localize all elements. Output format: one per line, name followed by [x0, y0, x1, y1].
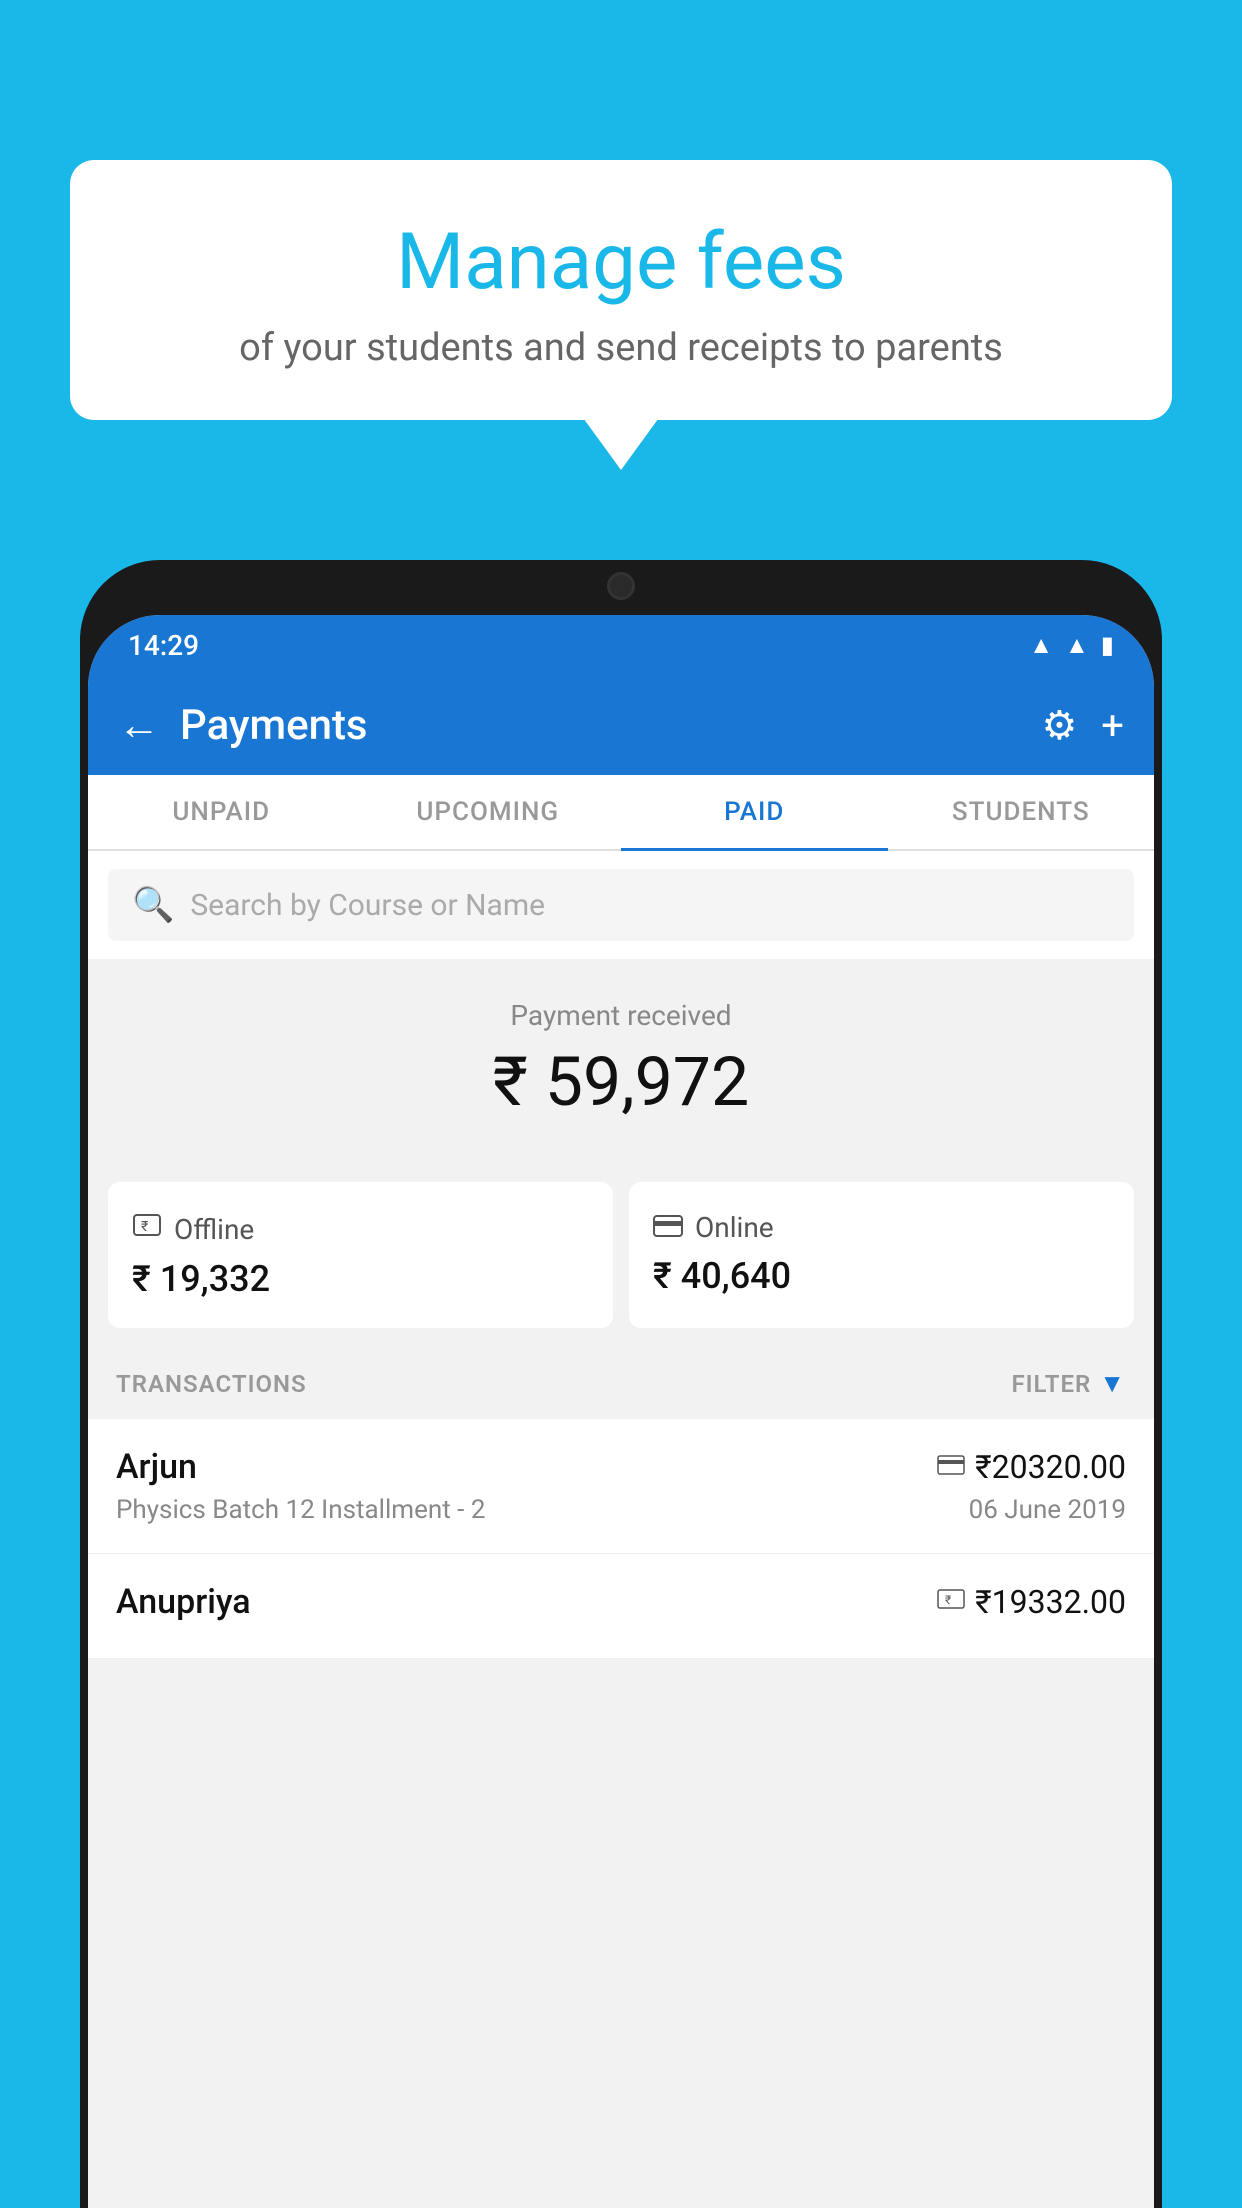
- payment-total: ₹ 59,972: [108, 1042, 1134, 1122]
- phone-screen: 14:29 ▲ ▲ ▮ ← Payments ⚙ + UNPAID: [88, 615, 1154, 2208]
- transaction-amount: ₹19332.00: [975, 1583, 1126, 1621]
- signal-icon: ▲: [1065, 631, 1089, 660]
- offline-icon: ₹: [132, 1210, 162, 1248]
- back-button[interactable]: ←: [118, 701, 160, 750]
- search-input[interactable]: Search by Course or Name: [190, 888, 545, 923]
- battery-icon: ▮: [1101, 631, 1114, 659]
- online-amount: ₹ 40,640: [653, 1255, 1110, 1297]
- transaction-bottom-arjun: Physics Batch 12 Installment - 2 06 June…: [116, 1495, 1126, 1525]
- app-bar: ← Payments ⚙ +: [88, 675, 1154, 775]
- transaction-top-anupriya: Anupriya ₹ ₹19332.00: [116, 1582, 1126, 1622]
- table-row[interactable]: Anupriya ₹ ₹19332.00: [88, 1554, 1154, 1659]
- amount-wrap: ₹ ₹19332.00: [937, 1583, 1126, 1621]
- online-card: Online ₹ 40,640: [629, 1182, 1134, 1328]
- settings-icon[interactable]: ⚙: [1041, 702, 1077, 749]
- offline-card: ₹ Offline ₹ 19,332: [108, 1182, 613, 1328]
- search-box[interactable]: 🔍 Search by Course or Name: [108, 869, 1134, 941]
- status-icons: ▲ ▲ ▮: [1029, 631, 1114, 660]
- tab-unpaid[interactable]: UNPAID: [88, 775, 355, 849]
- phone-notch: [521, 560, 721, 615]
- status-time: 14:29: [128, 629, 199, 662]
- cash-icon: ₹: [937, 1587, 965, 1618]
- tabs-bar: UNPAID UPCOMING PAID STUDENTS: [88, 775, 1154, 851]
- tooltip-subtitle: of your students and send receipts to pa…: [120, 326, 1122, 370]
- camera: [607, 572, 635, 600]
- tab-upcoming[interactable]: UPCOMING: [355, 775, 622, 849]
- transaction-name: Anupriya: [116, 1582, 251, 1622]
- page-title: Payments: [180, 701, 1021, 750]
- payment-summary: Payment received ₹ 59,972: [88, 959, 1154, 1182]
- transaction-name: Arjun: [116, 1447, 197, 1487]
- tab-paid[interactable]: PAID: [621, 775, 888, 849]
- amount-wrap: ₹20320.00: [937, 1448, 1126, 1486]
- filter-label: FILTER: [1011, 1370, 1091, 1398]
- app-bar-icons: ⚙ +: [1041, 702, 1124, 749]
- phone-frame: 14:29 ▲ ▲ ▮ ← Payments ⚙ + UNPAID: [80, 560, 1162, 2208]
- online-icon: [653, 1210, 683, 1245]
- search-container: 🔍 Search by Course or Name: [88, 851, 1154, 959]
- wifi-icon: ▲: [1029, 631, 1053, 660]
- filter-button[interactable]: FILTER ▼: [1011, 1368, 1126, 1399]
- tab-students[interactable]: STUDENTS: [888, 775, 1155, 849]
- offline-type: Offline: [174, 1213, 254, 1246]
- add-icon[interactable]: +: [1101, 702, 1124, 749]
- search-icon: 🔍: [132, 885, 174, 925]
- transaction-date: 06 June 2019: [969, 1495, 1126, 1525]
- status-bar: 14:29 ▲ ▲ ▮: [88, 615, 1154, 675]
- tooltip-card: Manage fees of your students and send re…: [70, 160, 1172, 420]
- card-icon: [937, 1452, 965, 1482]
- payment-received-label: Payment received: [108, 999, 1134, 1032]
- table-row[interactable]: Arjun ₹20320.00 Physics Batch 12 Install…: [88, 1419, 1154, 1554]
- payment-cards: ₹ Offline ₹ 19,332: [88, 1182, 1154, 1348]
- tooltip-title: Manage fees: [120, 220, 1122, 306]
- online-card-header: Online: [653, 1210, 1110, 1245]
- offline-card-header: ₹ Offline: [132, 1210, 589, 1248]
- transaction-course: Physics Batch 12 Installment - 2: [116, 1495, 485, 1525]
- filter-icon: ▼: [1099, 1368, 1126, 1399]
- online-type: Online: [695, 1211, 774, 1244]
- transactions-label: TRANSACTIONS: [116, 1370, 307, 1398]
- svg-text:₹: ₹: [141, 1219, 148, 1235]
- transaction-top-arjun: Arjun ₹20320.00: [116, 1447, 1126, 1487]
- transactions-header: TRANSACTIONS FILTER ▼: [88, 1348, 1154, 1419]
- offline-amount: ₹ 19,332: [132, 1258, 589, 1300]
- svg-text:₹: ₹: [945, 1593, 951, 1607]
- transaction-amount: ₹20320.00: [975, 1448, 1126, 1486]
